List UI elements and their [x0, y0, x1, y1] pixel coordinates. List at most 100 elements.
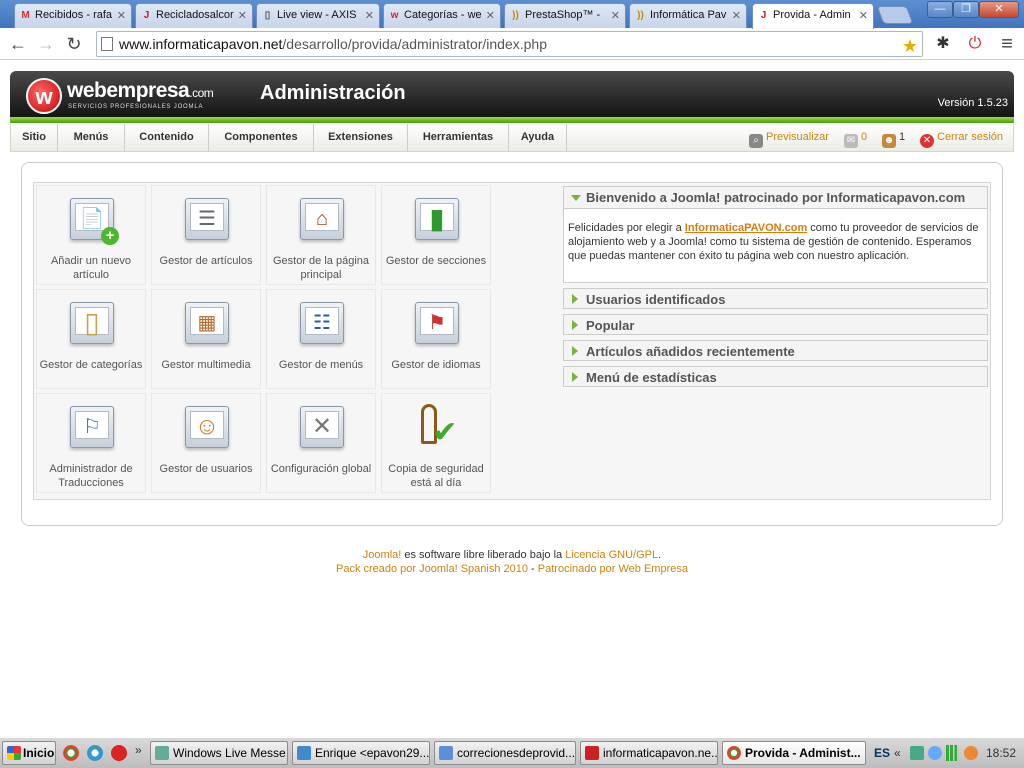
logo-mark: w	[26, 78, 62, 114]
license-link[interactable]: Licencia GNU/GPL	[565, 549, 658, 561]
messages-count[interactable]: ✉ 0	[844, 124, 867, 151]
cpanel-label: Gestor de categorías	[39, 359, 143, 371]
close-tab-icon[interactable]: ✕	[238, 9, 247, 22]
taskbar-item[interactable]: Windows Live Messe...	[150, 741, 288, 765]
flash-icon[interactable]	[111, 745, 127, 761]
cpanel-language-manager[interactable]: ⚑ Gestor de idiomas	[381, 289, 491, 389]
start-button[interactable]: Inicio	[2, 741, 56, 765]
taskbar-item[interactable]: informaticapavon.ne...	[580, 741, 718, 765]
browser-tabstrip: M Recibidos - rafa ✕ J Recicladosalcor ✕ ▯ Li…	[0, 0, 1024, 29]
messenger-tray-icon[interactable]	[928, 746, 942, 760]
pane-popular[interactable]: Popular	[563, 314, 988, 335]
taskbar-item[interactable]: Enrique <epavon29...	[292, 741, 430, 765]
pane-recent-articles[interactable]: Artículos añadidos recientemente	[563, 340, 988, 361]
close-tab-icon[interactable]: ✕	[117, 9, 126, 22]
cpanel-article-manager[interactable]: ☰ Gestor de artículos	[151, 185, 261, 285]
close-tab-icon[interactable]: ✕	[486, 9, 495, 22]
pack-link[interactable]: Pack creado por Joomla! Spanish 2010	[336, 563, 528, 575]
address-bar[interactable]: www.informaticapavon.net/desarrollo/prov…	[96, 31, 923, 57]
minimize-button[interactable]: —	[927, 1, 953, 18]
cpanel-user-manager[interactable]: ☺ Gestor de usuarios	[151, 393, 261, 493]
page-title: Administración	[260, 82, 406, 104]
close-tab-icon[interactable]: ✕	[365, 9, 374, 22]
pane-title[interactable]: Bienvenido a Joomla! patrocinado por Inf…	[586, 190, 965, 205]
tab-title: Provida - Admin	[773, 9, 851, 21]
browser-tab[interactable]: ▯ Live view - AXIS ✕	[256, 3, 380, 28]
cpanel-section-manager[interactable]: ▮ Gestor de secciones	[381, 185, 491, 285]
browser-menu-icon[interactable]: ≡	[996, 33, 1018, 55]
ie-icon[interactable]	[87, 745, 103, 761]
cpanel-category-manager[interactable]: ▯ Gestor de categorías	[36, 289, 146, 389]
menu-ayuda[interactable]: Ayuda	[509, 124, 567, 151]
language-manager-icon: ⚑	[428, 312, 446, 334]
users-icon: ☻	[882, 134, 896, 148]
menu-extensiones[interactable]: Extensiones	[314, 124, 408, 151]
new-tab-button[interactable]	[876, 6, 914, 24]
cpanel-frontpage-manager[interactable]: ⌂ Gestor de la página principal	[266, 185, 376, 285]
menu-sitio[interactable]: Sitio	[11, 124, 58, 151]
reload-button[interactable]: ↻	[64, 34, 84, 54]
cpanel-media-manager[interactable]: ▦ Gestor multimedia	[151, 289, 261, 389]
back-button[interactable]: ←	[8, 34, 28, 54]
url-host: www.informaticapavon.net	[119, 36, 283, 52]
tab-title: Categorías - we	[404, 9, 482, 21]
info-panes: Bienvenido a Joomla! patrocinado por Inf…	[563, 186, 988, 392]
chrome-icon[interactable]	[63, 745, 79, 761]
mail-icon: ✉	[844, 134, 858, 148]
bookmark-star-icon[interactable]: ★	[902, 34, 918, 58]
forward-button[interactable]: →	[36, 34, 56, 54]
tab-title: Informática Pav	[650, 9, 727, 21]
cpanel-backup-status[interactable]: ✔ Copia de seguridad está al día	[381, 393, 491, 493]
pane-logged-users[interactable]: Usuarios identificados	[563, 288, 988, 309]
online-users-count: ☻ 1	[882, 131, 906, 148]
close-window-button[interactable]: ✕	[979, 1, 1019, 18]
cpanel-global-config[interactable]: ✕ Configuración global	[266, 393, 376, 493]
signal-icon[interactable]	[946, 745, 960, 761]
browser-tab[interactable]: M Recibidos - rafa ✕	[14, 3, 132, 28]
avast-icon[interactable]	[964, 746, 978, 760]
menu-componentes[interactable]: Componentes	[209, 124, 314, 151]
tray-expand[interactable]: «	[894, 741, 901, 765]
cpanel-label: Gestor de idiomas	[391, 359, 481, 371]
quicklaunch-more[interactable]: »	[135, 743, 142, 757]
menu-contenido[interactable]: Contenido	[125, 124, 209, 151]
browser-tab[interactable]: )) Informática Pav ✕	[629, 3, 747, 28]
logout-link[interactable]: ✕ Cerrar sesión	[920, 124, 1003, 151]
pane-title: Artículos añadidos recientemente	[586, 344, 795, 359]
collapsed-arrow-icon	[572, 294, 578, 304]
pane-title: Usuarios identificados	[586, 292, 726, 307]
taskbar-item[interactable]: correcionesdeprovid...	[434, 741, 576, 765]
clock[interactable]: 18:52	[986, 741, 1016, 765]
provider-link[interactable]: InformaticaPAVON.com	[685, 222, 807, 234]
cpanel-menu-manager[interactable]: ☷ Gestor de menús	[266, 289, 376, 389]
adblock-icon[interactable]: ⏻	[964, 33, 986, 55]
pane-statistics[interactable]: Menú de estadísticas	[563, 366, 988, 387]
taskbar-item-active[interactable]: Provida - Administ...	[722, 741, 866, 765]
plus-icon: +	[101, 227, 119, 245]
pane-title: Menú de estadísticas	[586, 370, 717, 385]
close-tab-icon[interactable]: ✕	[611, 9, 620, 22]
joomla-link[interactable]: Joomla!	[363, 549, 402, 561]
browser-tab[interactable]: w Categorías - we ✕	[383, 3, 501, 28]
menu-menus[interactable]: Menús	[58, 124, 125, 151]
network-icon[interactable]	[910, 746, 924, 760]
close-tab-icon[interactable]: ✕	[859, 9, 868, 22]
cpanel-translation-manager[interactable]: ⚐ Administrador de Traducciones	[36, 393, 146, 493]
menu-herramientas[interactable]: Herramientas	[408, 124, 509, 151]
mail-icon	[297, 746, 311, 760]
browser-tab[interactable]: )) PrestaShop™ - ✕	[504, 3, 626, 28]
preview-link[interactable]: ⌕ Previsualizar	[749, 124, 829, 151]
extension-icon[interactable]: ✱	[932, 33, 954, 55]
media-manager-icon: ▦	[197, 312, 217, 334]
language-indicator[interactable]: ES	[874, 741, 890, 765]
expanded-arrow-icon[interactable]	[571, 195, 581, 201]
close-tab-icon[interactable]: ✕	[732, 9, 741, 22]
browser-tab-active[interactable]: J Provida - Admin ✕	[752, 3, 874, 29]
maximize-button[interactable]: ❐	[953, 1, 979, 18]
messenger-icon	[155, 746, 169, 760]
browser-tab[interactable]: J Recicladosalcor ✕	[135, 3, 253, 28]
cpanel-add-article[interactable]: 📄 + Añadir un nuevo artículo	[36, 185, 146, 285]
sponsor-link[interactable]: Patrocinado por Web Empresa	[538, 563, 688, 575]
global-config-icon: ✕	[311, 413, 333, 440]
tab-title: PrestaShop™ -	[525, 9, 601, 21]
